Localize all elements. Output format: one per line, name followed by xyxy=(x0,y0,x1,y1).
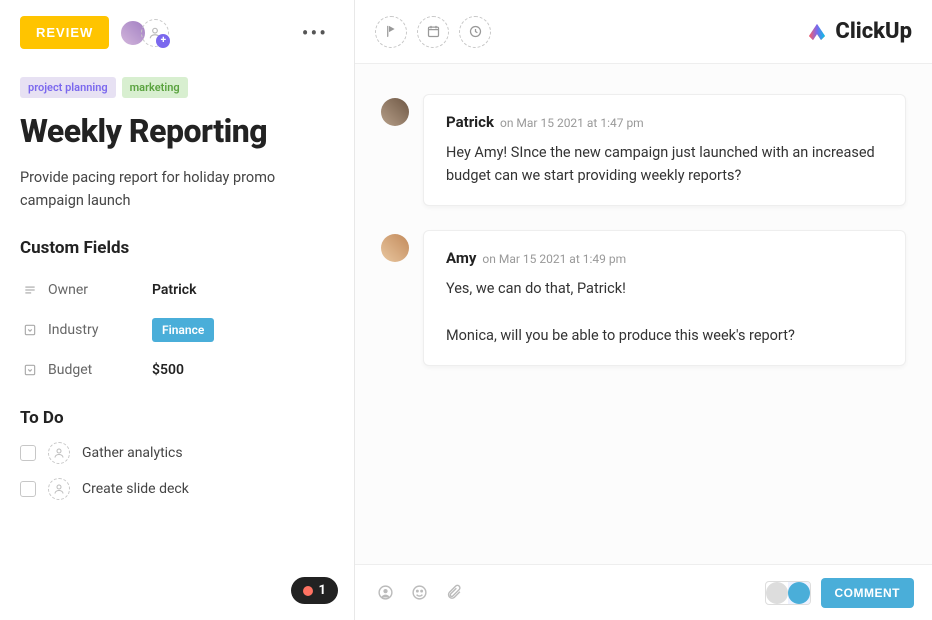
custom-field-value[interactable]: Finance xyxy=(152,318,214,342)
dropdown-icon xyxy=(20,363,40,377)
task-description[interactable]: Provide pacing report for holiday promo … xyxy=(20,166,334,212)
view-toggle-a[interactable] xyxy=(766,582,788,604)
comment-avatar[interactable] xyxy=(381,234,409,262)
comment-timestamp: on Mar 15 2021 at 1:47 pm xyxy=(500,116,644,130)
comment-body[interactable]: Amy on Mar 15 2021 at 1:49 pm Yes, we ca… xyxy=(423,230,906,366)
figma-badge[interactable]: 1 xyxy=(291,577,338,604)
custom-field-label: Budget xyxy=(48,362,144,378)
comment-footer: COMMENT xyxy=(355,564,932,620)
lines-icon xyxy=(20,283,40,297)
comment-timestamp: on Mar 15 2021 at 1:49 pm xyxy=(482,252,626,266)
assignees[interactable]: + xyxy=(119,19,169,47)
figma-icon xyxy=(303,586,313,596)
comment-button[interactable]: COMMENT xyxy=(821,578,915,608)
figma-count: 1 xyxy=(319,583,326,598)
tag[interactable]: marketing xyxy=(122,77,188,98)
comment-author: Amy xyxy=(446,249,476,267)
todo-label: Gather analytics xyxy=(82,445,183,461)
checkbox[interactable] xyxy=(20,445,36,461)
tag[interactable]: project planning xyxy=(20,77,116,98)
logo-text: ClickUp xyxy=(835,19,912,44)
view-toggle[interactable] xyxy=(765,581,811,605)
todo-item[interactable]: Create slide deck xyxy=(20,478,334,500)
clickup-logo-icon xyxy=(805,20,829,44)
emoji-icon[interactable] xyxy=(407,581,431,605)
custom-field-value[interactable]: $500 xyxy=(152,362,334,378)
clickup-logo: ClickUp xyxy=(805,19,912,44)
mention-icon[interactable] xyxy=(373,581,397,605)
custom-field-row: Budget $500 xyxy=(20,352,334,388)
custom-field-row: Industry Finance xyxy=(20,308,334,352)
assign-todo-button[interactable] xyxy=(48,442,70,464)
dropdown-icon xyxy=(20,323,40,337)
time-icon[interactable] xyxy=(459,16,491,48)
comment-avatar[interactable] xyxy=(381,98,409,126)
comment-author: Patrick xyxy=(446,113,494,131)
activity-panel: ClickUp Patrick on Mar 15 2021 at 1:47 p… xyxy=(355,0,932,620)
custom-field-label: Industry xyxy=(48,322,144,338)
todo-item[interactable]: Gather analytics xyxy=(20,442,334,464)
task-header: REVIEW + ••• xyxy=(20,16,334,49)
checkbox[interactable] xyxy=(20,481,36,497)
comment-text: Yes, we can do that, Patrick! Monica, wi… xyxy=(446,277,883,347)
more-options-button[interactable]: ••• xyxy=(296,17,334,49)
activity-header: ClickUp xyxy=(355,0,932,64)
comments-area: Patrick on Mar 15 2021 at 1:47 pm Hey Am… xyxy=(355,64,932,564)
date-icon[interactable] xyxy=(417,16,449,48)
view-toggle-b[interactable] xyxy=(788,582,810,604)
custom-field-value[interactable]: Patrick xyxy=(152,282,334,298)
custom-fields-heading: Custom Fields xyxy=(20,238,334,258)
task-detail-panel: REVIEW + ••• project planning marketing … xyxy=(0,0,355,620)
attachment-icon[interactable] xyxy=(441,581,465,605)
todo-list: Gather analytics Create slide deck xyxy=(20,442,334,500)
plus-icon: + xyxy=(156,34,170,48)
task-title[interactable]: Weekly Reporting xyxy=(20,112,334,150)
add-assignee-button[interactable]: + xyxy=(141,19,169,47)
assign-todo-button[interactable] xyxy=(48,478,70,500)
custom-field-row: Owner Patrick xyxy=(20,272,334,308)
todo-heading: To Do xyxy=(20,408,334,428)
comment-text: Hey Amy! SInce the new campaign just lau… xyxy=(446,141,883,187)
todo-label: Create slide deck xyxy=(82,481,189,497)
custom-field-label: Owner xyxy=(48,282,144,298)
priority-icon[interactable] xyxy=(375,16,407,48)
tags-row: project planning marketing xyxy=(20,77,334,98)
comment-body[interactable]: Patrick on Mar 15 2021 at 1:47 pm Hey Am… xyxy=(423,94,906,206)
comment: Patrick on Mar 15 2021 at 1:47 pm Hey Am… xyxy=(381,94,906,206)
comment: Amy on Mar 15 2021 at 1:49 pm Yes, we ca… xyxy=(381,230,906,366)
status-button[interactable]: REVIEW xyxy=(20,16,109,49)
